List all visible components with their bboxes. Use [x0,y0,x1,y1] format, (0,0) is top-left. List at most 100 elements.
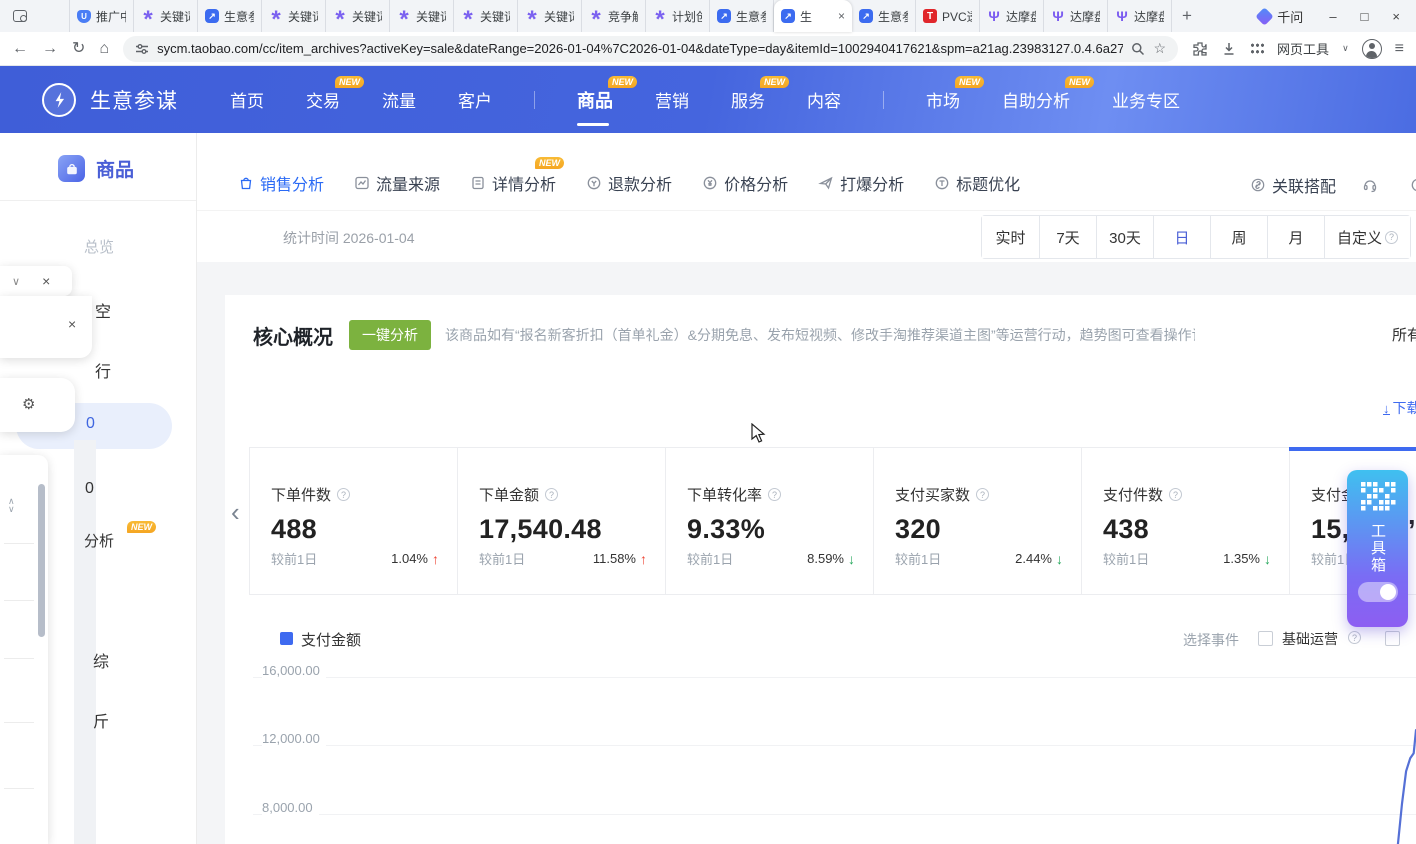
browser-tab[interactable]: 竞争解 [582,0,646,32]
subnav-tab-detail-analysis[interactable]: 详情分析 NEW [470,171,556,195]
date-option-custom[interactable]: 自定义 [1324,216,1410,258]
browser-tab[interactable]: PVC透 [916,0,980,32]
sidebar-item-fragment[interactable]: 分析 [84,530,114,551]
carousel-prev-icon[interactable]: ‹ [231,497,240,528]
subnav-link-related-match[interactable]: 关联搭配 [1250,173,1336,197]
nav-item-traffic[interactable]: 流量 [382,66,416,133]
subnav-link-service-experience[interactable] [1362,177,1384,193]
sidebar-item-overview[interactable]: 总览 [84,236,114,257]
one-click-analysis-button[interactable]: 一键分析 [349,320,431,350]
nav-item-business-zone[interactable]: 业务专区 [1112,66,1180,133]
browser-tab[interactable]: 关键词 [518,0,582,32]
metric-card[interactable]: 下单金额 17,540.48 较前1日 11.58% [458,448,666,594]
date-option-7d[interactable]: 7天 [1039,216,1096,258]
metric-card[interactable]: 支付买家数 320 较前1日 2.44% [874,448,1082,594]
clipped-icon[interactable] [1410,177,1416,193]
browser-tab[interactable] [6,0,70,32]
gear-icon[interactable]: ⚙ [22,395,35,413]
metric-card[interactable]: 下单件数 488 较前1日 1.04% [250,448,458,594]
event-checkbox-basic-ops[interactable] [1258,631,1273,646]
subnav-tab-price-analysis[interactable]: 价格分析 [702,171,788,195]
nav-item-marketing[interactable]: 营销 [655,66,689,133]
date-option-30d[interactable]: 30天 [1096,216,1153,258]
minimize-button[interactable]: – [1329,9,1336,24]
browser-tab[interactable]: 达摩盘 [1108,0,1172,32]
browser-tab[interactable]: 达摩盘 [980,0,1044,32]
event-checkbox-2[interactable] [1385,631,1400,646]
date-option-week[interactable]: 周 [1210,216,1267,258]
collapse-chevron-icon[interactable]: ∨ [12,275,20,288]
extensions-puzzle-icon[interactable] [1192,41,1208,57]
browser-tab[interactable]: 关键词 [134,0,198,32]
subnav-tab-refund-analysis[interactable]: 退款分析 [586,171,672,195]
subnav-tab-traffic-source[interactable]: 流量来源 [354,171,440,195]
browser-tab[interactable]: 达摩盘 [1044,0,1108,32]
tab-title: 关键词 [288,8,318,25]
browser-tab[interactable]: 生意参 [198,0,262,32]
subnav-tab-title-optimize[interactable]: 标题优化 [934,171,1020,195]
sidebar-item-fragment[interactable]: 0 [85,480,94,498]
download-icon[interactable] [1221,41,1237,57]
nav-item-content[interactable]: 内容 [807,66,841,133]
browser-tab[interactable]: 生意参 [710,0,774,32]
sidebar-item-fragment[interactable]: 行 [95,358,111,382]
forward-icon[interactable]: → [42,41,58,57]
trend-chart[interactable]: 16,000.00 12,000.00 8,000.00 [225,650,1416,844]
date-option-day[interactable]: 日 [1153,216,1210,258]
metric-card[interactable]: 支付件数 438 较前1日 1.35% [1082,448,1290,594]
new-badge: NEW [608,76,637,88]
browser-tab[interactable]: 关键词 [262,0,326,32]
scroll-chevrons-icon[interactable]: ∧∨ [8,497,15,513]
browser-tab[interactable]: 关键词 [390,0,454,32]
nav-item-service[interactable]: 服务NEW [731,66,765,133]
download-link[interactable]: ↓下载 [1383,398,1416,418]
reload-icon[interactable]: ↻ [72,41,85,57]
sidebar-item-fragment[interactable]: 斤 [93,708,109,732]
toggle-knob [1380,584,1396,600]
address-bar[interactable]: sycm.taobao.com/cc/item_archives?activeK… [123,36,1178,62]
close-button[interactable]: × [1392,9,1400,24]
nav-item-trade[interactable]: 交易NEW [306,66,340,133]
sidebar-item-fragment[interactable]: 空 [95,298,111,322]
web-tools-label[interactable]: 网页工具 [1277,39,1329,58]
tab-favicon-icon [589,9,603,23]
metric-card[interactable]: 下单转化率 9.33% 较前1日 8.59% [666,448,874,594]
browser-tab[interactable]: 生意参 [852,0,916,32]
browser-tab[interactable]: 推广中 [70,0,134,32]
browser-tab[interactable]: 计划创 [646,0,710,32]
close-icon[interactable]: × [68,316,76,332]
date-option-month[interactable]: 月 [1267,216,1324,258]
zoom-icon[interactable] [1131,42,1145,56]
maximize-button[interactable]: □ [1361,9,1369,24]
sidebar-item-fragment[interactable]: 0 [86,415,95,433]
web-tools-grid-icon[interactable] [1250,42,1264,55]
date-option-realtime[interactable]: 实时 [982,216,1039,258]
home-icon[interactable]: ⌂ [99,41,109,57]
profile-avatar[interactable] [1362,39,1382,59]
nav-item-market[interactable]: 市场NEW [926,66,960,133]
subnav-tab-sales-analysis[interactable]: 销售分析 [238,171,324,195]
chevron-down-icon[interactable]: ∨ [1342,43,1349,54]
toolbox-toggle[interactable] [1358,582,1398,602]
payment-amount-line [1395,730,1416,844]
browser-tab[interactable]: 关键词 [326,0,390,32]
assistant-button[interactable]: 千问 [1258,7,1303,26]
scrollbar-thumb[interactable] [38,484,45,637]
subnav-tab-explosive-analysis[interactable]: 打爆分析 [818,171,904,195]
nav-item-product[interactable]: 商品NEW [577,66,613,133]
menu-icon[interactable]: ≡ [1395,40,1404,58]
sidebar-item-fragment[interactable]: 综 [93,648,109,672]
url-text[interactable]: sycm.taobao.com/cc/item_archives?activeK… [157,41,1123,56]
terminal-selector[interactable]: 所有 [1392,324,1416,345]
browser-tab[interactable]: 生 × [774,0,852,32]
close-icon[interactable]: × [42,273,50,289]
browser-tab[interactable]: 关键词 [454,0,518,32]
nav-item-home[interactable]: 首页 [230,66,264,133]
tab-close-icon[interactable]: × [838,9,845,23]
toolbox-widget[interactable]: 工具箱 [1347,470,1408,627]
back-icon[interactable]: ← [12,41,28,57]
new-tab-button[interactable]: + [1182,6,1192,26]
nav-item-customer[interactable]: 客户 [458,66,492,133]
nav-item-self-analysis[interactable]: 自助分析NEW [1002,66,1070,133]
bookmark-star-icon[interactable]: ☆ [1153,40,1166,57]
